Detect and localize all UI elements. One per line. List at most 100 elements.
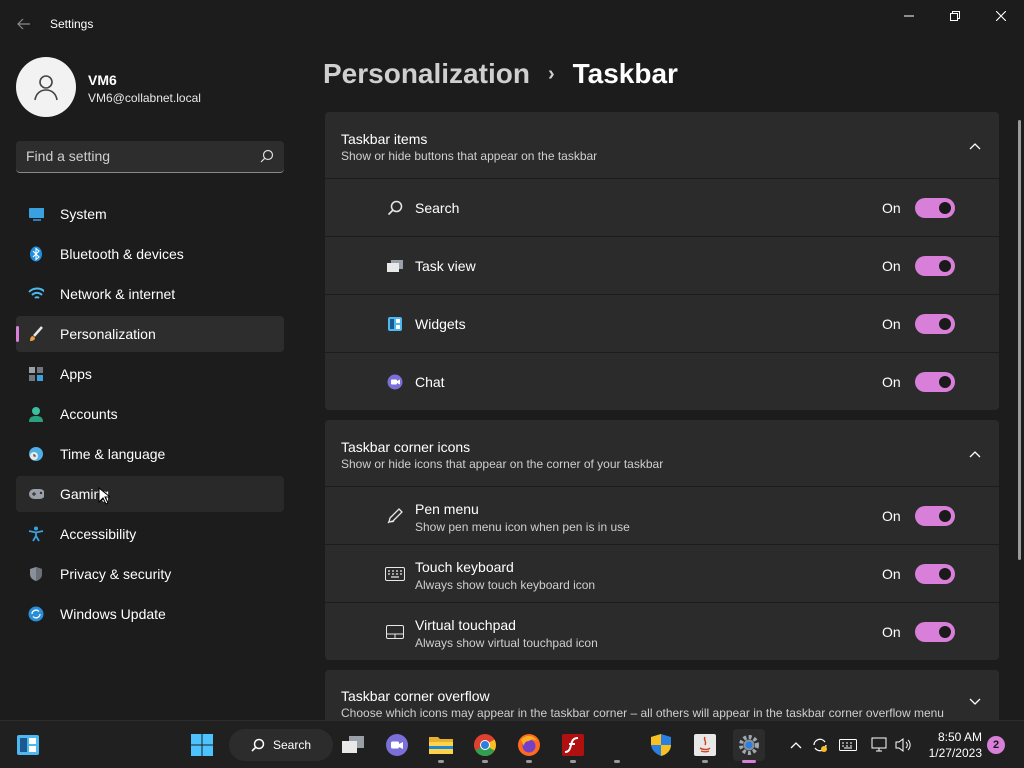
setting-row-task-view: Task view On bbox=[325, 236, 999, 294]
task-view-button[interactable] bbox=[337, 729, 369, 761]
setting-row-virtual-touchpad: Virtual touchpad Always show virtual tou… bbox=[325, 602, 999, 660]
search-toggle[interactable] bbox=[915, 198, 955, 218]
mouse-cursor-icon bbox=[98, 486, 112, 510]
sidebar-item-system[interactable]: System bbox=[16, 196, 284, 232]
java-app-button[interactable] bbox=[689, 729, 721, 763]
title-bar: Settings bbox=[0, 0, 1024, 48]
setting-row-search: Search On bbox=[325, 178, 999, 236]
minimize-button[interactable] bbox=[886, 0, 932, 32]
shield-icon bbox=[28, 566, 44, 582]
restore-icon bbox=[950, 11, 960, 21]
sync-icon bbox=[813, 738, 827, 752]
pen-menu-toggle[interactable] bbox=[915, 506, 955, 526]
running-indicator bbox=[614, 760, 620, 763]
widgets-toggle[interactable] bbox=[915, 314, 955, 334]
restore-button[interactable] bbox=[932, 0, 978, 32]
bluetooth-icon bbox=[28, 246, 44, 262]
chevron-up-icon[interactable] bbox=[967, 446, 983, 462]
taskbar-items-header[interactable]: Taskbar items Show or hide buttons that … bbox=[325, 112, 999, 178]
sidebar-item-apps[interactable]: Apps bbox=[16, 356, 284, 392]
running-indicator bbox=[482, 760, 488, 763]
setting-row-pen-menu: Pen menu Show pen menu icon when pen is … bbox=[325, 486, 999, 544]
chat-icon bbox=[385, 373, 405, 391]
setting-row-chat: Chat On bbox=[325, 352, 999, 410]
setting-row-widgets: Widgets On bbox=[325, 294, 999, 352]
firefox-button[interactable] bbox=[513, 729, 545, 763]
sidebar-item-gaming[interactable]: Gaming bbox=[16, 476, 284, 512]
start-button[interactable] bbox=[186, 729, 218, 761]
pen-icon bbox=[385, 507, 405, 525]
setting-row-touch-keyboard: Touch keyboard Always show touch keyboar… bbox=[325, 544, 999, 602]
blank-app-button[interactable] bbox=[601, 729, 633, 763]
active-app-indicator bbox=[742, 760, 756, 763]
running-indicator bbox=[438, 760, 444, 763]
breadcrumb-separator-icon: › bbox=[547, 62, 555, 85]
keyboard-icon bbox=[839, 739, 857, 751]
sidebar-item-network[interactable]: Network & internet bbox=[16, 276, 284, 312]
taskbar-search-button[interactable]: Search bbox=[229, 729, 333, 761]
search-input[interactable] bbox=[26, 148, 246, 164]
toggle-state-label: On bbox=[882, 316, 901, 332]
avatar bbox=[16, 57, 76, 117]
scrollbar[interactable] bbox=[1018, 120, 1021, 560]
sidebar-item-personalization[interactable]: Personalization bbox=[16, 316, 284, 352]
running-indicator bbox=[526, 760, 532, 763]
user-profile[interactable]: VM6 VM6@collabnet.local bbox=[16, 57, 296, 117]
active-indicator bbox=[16, 326, 19, 342]
touch-keyboard-tray-button[interactable] bbox=[838, 735, 858, 755]
running-indicator bbox=[570, 760, 576, 763]
network-icon bbox=[871, 737, 887, 752]
sidebar-item-accounts[interactable]: Accounts bbox=[16, 396, 284, 432]
notification-badge[interactable]: 2 bbox=[987, 736, 1005, 754]
close-button[interactable] bbox=[978, 0, 1024, 32]
corner-icons-section: Taskbar corner icons Show or hide icons … bbox=[325, 420, 999, 660]
sidebar-item-bluetooth[interactable]: Bluetooth & devices bbox=[16, 236, 284, 272]
clock-date: 1/27/2023 bbox=[928, 746, 982, 760]
file-explorer-button[interactable] bbox=[425, 729, 457, 763]
chevron-up-icon[interactable] bbox=[967, 138, 983, 154]
search-icon[interactable] bbox=[260, 149, 274, 168]
show-hidden-icons-button[interactable] bbox=[786, 735, 806, 755]
corner-overflow-section[interactable]: Taskbar corner overflow Choose which ico… bbox=[325, 670, 999, 720]
taskbar: Search 8:50 AM 1/27/2023 2 bbox=[0, 720, 1024, 768]
taskbar-items-section: Taskbar items Show or hide buttons that … bbox=[325, 112, 999, 410]
chevron-down-icon[interactable] bbox=[967, 694, 983, 710]
person-icon bbox=[28, 406, 44, 422]
task-view-toggle[interactable] bbox=[915, 256, 955, 276]
corner-icons-header[interactable]: Taskbar corner icons Show or hide icons … bbox=[325, 420, 999, 486]
breadcrumb-parent[interactable]: Personalization bbox=[323, 58, 530, 90]
settings-taskbar-button[interactable] bbox=[733, 729, 765, 763]
chat-taskbar-button[interactable] bbox=[381, 729, 413, 761]
search-box[interactable] bbox=[16, 141, 284, 173]
touch-keyboard-toggle[interactable] bbox=[915, 564, 955, 584]
security-shield-button[interactable] bbox=[645, 729, 677, 761]
flash-button[interactable] bbox=[557, 729, 589, 763]
back-button[interactable] bbox=[10, 12, 38, 36]
clock-globe-icon bbox=[28, 446, 44, 462]
touchpad-icon bbox=[385, 623, 405, 641]
gamepad-icon bbox=[28, 486, 44, 502]
running-indicator bbox=[702, 760, 708, 763]
sidebar-item-time-language[interactable]: Time & language bbox=[16, 436, 284, 472]
chevron-up-icon bbox=[790, 742, 802, 749]
widgets-icon bbox=[385, 315, 405, 333]
system-clock[interactable]: 8:50 AM 1/27/2023 bbox=[914, 729, 982, 761]
chat-icon bbox=[386, 734, 408, 756]
flash-icon bbox=[562, 734, 584, 756]
accessibility-icon bbox=[28, 526, 44, 542]
windows-logo-icon bbox=[191, 734, 213, 756]
toggle-state-label: On bbox=[882, 200, 901, 216]
volume-icon bbox=[895, 738, 911, 752]
toggle-state-label: On bbox=[882, 566, 901, 582]
sync-tray-button[interactable] bbox=[810, 735, 830, 755]
sidebar-item-windows-update[interactable]: Windows Update bbox=[16, 596, 284, 632]
volume-tray-button[interactable] bbox=[894, 735, 914, 755]
folder-icon bbox=[429, 737, 453, 754]
sidebar-item-accessibility[interactable]: Accessibility bbox=[16, 516, 284, 552]
chrome-button[interactable] bbox=[469, 729, 501, 763]
widgets-taskbar-button[interactable] bbox=[12, 729, 44, 761]
sidebar-item-privacy[interactable]: Privacy & security bbox=[16, 556, 284, 592]
network-tray-button[interactable] bbox=[870, 735, 890, 755]
virtual-touchpad-toggle[interactable] bbox=[915, 622, 955, 642]
chat-toggle[interactable] bbox=[915, 372, 955, 392]
